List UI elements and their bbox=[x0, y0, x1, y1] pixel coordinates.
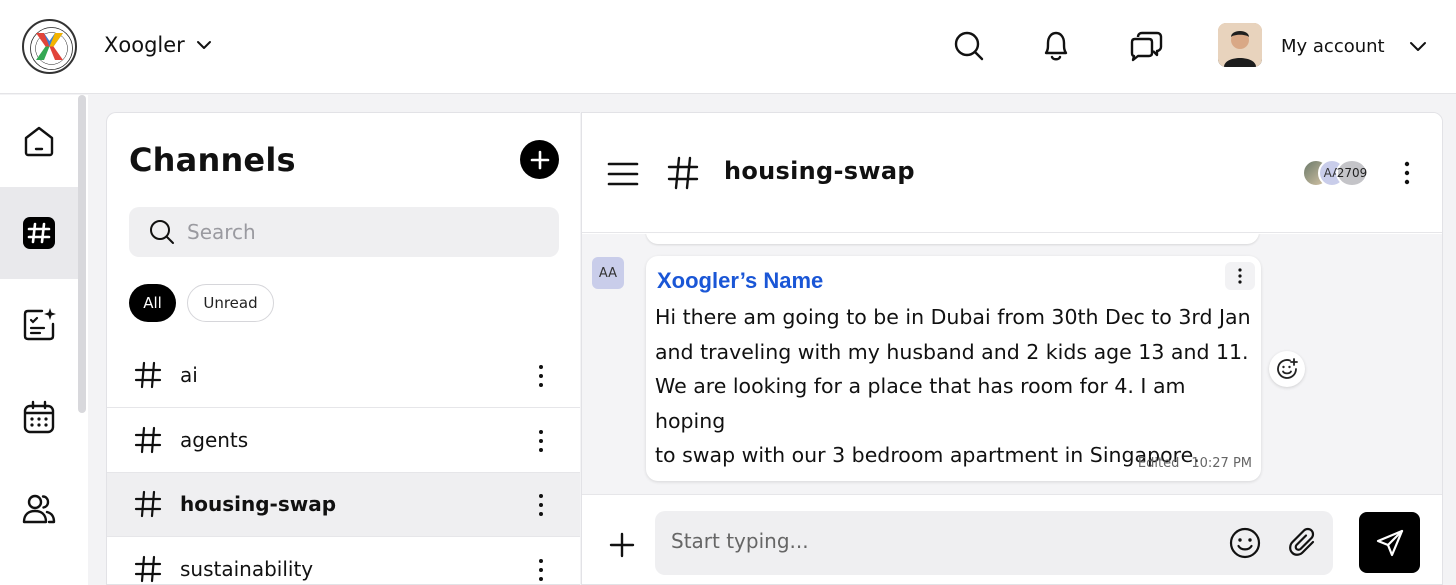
search-input[interactable] bbox=[187, 220, 547, 244]
chevron-down-icon bbox=[1409, 42, 1426, 51]
message-text: Hi there am going to be in Dubai from 30… bbox=[655, 300, 1255, 473]
left-nav bbox=[0, 95, 88, 585]
hamburger-menu-icon[interactable] bbox=[606, 157, 640, 191]
more-vertical-icon bbox=[1238, 268, 1242, 284]
more-vertical-icon[interactable] bbox=[531, 555, 551, 585]
bell-icon bbox=[1044, 31, 1068, 61]
ai-checklist-icon bbox=[23, 308, 56, 341]
nav-channels[interactable] bbox=[0, 187, 78, 279]
nav-people[interactable] bbox=[0, 463, 78, 555]
search-icon bbox=[954, 31, 984, 61]
channel-name: housing-swap bbox=[180, 492, 337, 516]
more-vertical-icon[interactable] bbox=[531, 361, 551, 391]
add-channel-button[interactable] bbox=[520, 140, 559, 179]
channel-name: ai bbox=[180, 363, 198, 387]
channel-name: sustainability bbox=[180, 557, 314, 581]
sender-avatar[interactable]: AA bbox=[592, 257, 624, 289]
nav-scrollbar[interactable] bbox=[78, 95, 86, 413]
channel-name: agents bbox=[180, 428, 249, 452]
hash-icon bbox=[134, 426, 162, 454]
add-reaction-button[interactable] bbox=[1269, 351, 1305, 387]
composer bbox=[582, 494, 1442, 584]
messages-button[interactable] bbox=[1127, 27, 1165, 65]
chevron-down-icon bbox=[196, 41, 211, 49]
search-button[interactable] bbox=[950, 27, 988, 65]
chat-title: housing-swap bbox=[724, 157, 915, 185]
org-switcher[interactable]: Xoogler bbox=[104, 33, 213, 57]
channels-title: Channels bbox=[129, 141, 296, 179]
message-line: Hi there am going to be in Dubai from 30… bbox=[655, 305, 1251, 329]
send-icon bbox=[1376, 529, 1403, 556]
chat-bubbles-icon bbox=[1130, 31, 1163, 62]
message-input-box bbox=[655, 511, 1333, 575]
org-name: Xoogler bbox=[104, 33, 185, 57]
search-icon bbox=[150, 220, 174, 244]
chat-panel: housing-swap AA 2709 AA Xoogler’s Name H… bbox=[581, 112, 1443, 585]
users-icon bbox=[22, 494, 56, 524]
attach-more-icon[interactable] bbox=[606, 529, 638, 561]
channel-item-ai[interactable]: ai bbox=[107, 344, 580, 408]
nav-home[interactable] bbox=[0, 95, 78, 187]
emoji-add-icon bbox=[1277, 358, 1298, 379]
previous-message bbox=[646, 234, 1259, 244]
user-avatar[interactable] bbox=[1218, 23, 1262, 67]
member-avatars[interactable]: AA 2709 bbox=[1302, 157, 1372, 187]
account-menu[interactable]: My account bbox=[1281, 35, 1429, 57]
hash-icon bbox=[134, 361, 162, 389]
channel-item-sustainability[interactable]: sustainability bbox=[107, 538, 580, 585]
nav-calendar[interactable] bbox=[0, 371, 78, 463]
calendar-icon bbox=[23, 400, 55, 434]
home-icon bbox=[24, 126, 54, 157]
more-vertical-icon[interactable] bbox=[1397, 157, 1417, 189]
paperclip-icon[interactable] bbox=[1285, 525, 1321, 561]
channel-search bbox=[129, 207, 559, 257]
channel-item-agents[interactable]: agents bbox=[107, 409, 580, 473]
nav-ai-tasks[interactable] bbox=[0, 279, 78, 371]
more-vertical-icon[interactable] bbox=[531, 426, 551, 456]
sender-name[interactable]: Xoogler’s Name bbox=[657, 268, 823, 294]
hash-icon bbox=[134, 490, 162, 518]
chat-header: housing-swap AA 2709 bbox=[582, 113, 1442, 233]
notifications-button[interactable] bbox=[1037, 27, 1075, 65]
account-label: My account bbox=[1281, 35, 1385, 57]
filter-unread[interactable]: Unread bbox=[187, 284, 274, 322]
message-input[interactable] bbox=[671, 529, 1211, 553]
top-bar: Xoogler My account bbox=[0, 0, 1456, 94]
member-count: 2709 bbox=[1336, 159, 1368, 187]
channels-panel: Channels All Unread ai agents housing-sw… bbox=[106, 112, 580, 585]
more-vertical-icon[interactable] bbox=[531, 490, 551, 520]
message-line: and traveling with my husband and 2 kids… bbox=[655, 339, 1249, 364]
message-line: We are looking for a place that has room… bbox=[655, 374, 1186, 433]
message-options-button[interactable] bbox=[1225, 262, 1255, 290]
message-list[interactable]: AA Xoogler’s Name Hi there am going to b… bbox=[582, 234, 1442, 494]
hash-icon bbox=[667, 156, 699, 190]
emoji-icon[interactable] bbox=[1227, 525, 1263, 561]
channel-item-housing-swap[interactable]: housing-swap bbox=[107, 473, 580, 537]
send-button[interactable] bbox=[1359, 512, 1420, 573]
message-bubble: Xoogler’s Name Hi there am going to be i… bbox=[646, 256, 1261, 481]
hash-icon bbox=[23, 217, 55, 249]
message-time: 10:27 PM bbox=[1191, 456, 1252, 471]
edited-label: Edited bbox=[1137, 456, 1180, 471]
hash-icon bbox=[134, 555, 162, 583]
xoogler-logo[interactable] bbox=[22, 19, 77, 74]
filter-all[interactable]: All bbox=[129, 284, 176, 322]
message-meta: Edited 10:27 PM bbox=[1138, 456, 1252, 471]
plus-icon bbox=[530, 150, 549, 169]
